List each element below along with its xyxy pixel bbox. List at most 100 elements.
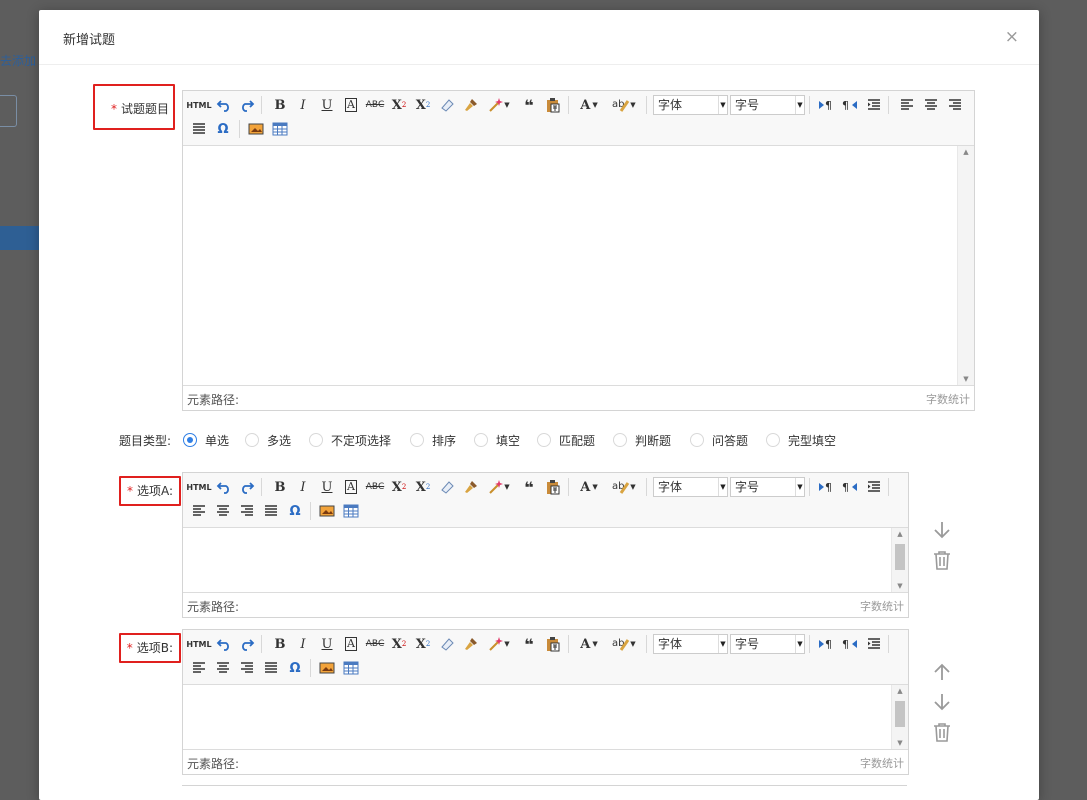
justify-icon[interactable] bbox=[189, 119, 209, 139]
paste-icon[interactable] bbox=[543, 634, 563, 654]
special-char-icon[interactable]: Ω bbox=[285, 658, 305, 678]
option-a-editor-scrollbar[interactable]: ▲ ▼ bbox=[891, 528, 908, 592]
table-icon[interactable] bbox=[341, 501, 361, 521]
special-char-icon[interactable]: Ω bbox=[285, 501, 305, 521]
type-radio-cloze[interactable]: 完型填空 bbox=[766, 430, 836, 450]
strikethrough-icon[interactable]: ABC bbox=[365, 634, 385, 654]
radio-circle[interactable] bbox=[613, 433, 627, 447]
font-family-select[interactable]: 字体 ▼ bbox=[653, 634, 728, 654]
justify-icon[interactable] bbox=[261, 501, 281, 521]
delete-icon[interactable] bbox=[931, 721, 953, 743]
bold-icon[interactable]: B bbox=[270, 95, 290, 115]
font-color-icon[interactable]: A ▼ bbox=[576, 477, 602, 497]
magic-icon[interactable]: ▼ bbox=[485, 477, 513, 497]
word-count[interactable]: 字数统计 bbox=[926, 391, 970, 407]
font-size-select[interactable]: 字号 ▼ bbox=[730, 634, 805, 654]
italic-icon[interactable]: I bbox=[293, 634, 313, 654]
bold-icon[interactable]: B bbox=[270, 634, 290, 654]
subscript-icon[interactable]: X2 bbox=[413, 95, 433, 115]
html-icon[interactable]: HTML bbox=[186, 95, 211, 115]
close-icon[interactable]: × bbox=[1005, 27, 1019, 47]
magic-icon[interactable]: ▼ bbox=[485, 95, 513, 115]
align-right-icon[interactable] bbox=[237, 658, 257, 678]
strikethrough-icon[interactable]: ABC bbox=[365, 95, 385, 115]
type-radio-fill[interactable]: 填空 bbox=[474, 430, 520, 450]
radio-circle[interactable] bbox=[690, 433, 704, 447]
blockquote-icon[interactable]: ❝ bbox=[519, 634, 539, 654]
type-radio-single[interactable]: 单选 bbox=[183, 430, 229, 450]
redo-icon[interactable] bbox=[237, 95, 257, 115]
bold-icon[interactable]: B bbox=[270, 477, 290, 497]
align-right-icon[interactable] bbox=[237, 501, 257, 521]
undo-icon[interactable] bbox=[214, 477, 234, 497]
word-count[interactable]: 字数统计 bbox=[860, 598, 904, 614]
indent-icon[interactable] bbox=[864, 477, 884, 497]
html-icon[interactable]: HTML bbox=[186, 477, 211, 497]
type-radio-qa[interactable]: 问答题 bbox=[690, 430, 748, 450]
radio-circle[interactable] bbox=[309, 433, 323, 447]
chevron-down-icon[interactable]: ▼ bbox=[718, 96, 727, 114]
indent-icon[interactable] bbox=[864, 95, 884, 115]
blockquote-icon[interactable]: ❝ bbox=[519, 95, 539, 115]
superscript-icon[interactable]: X2 bbox=[389, 634, 409, 654]
move-up-icon[interactable] bbox=[931, 661, 953, 683]
delete-icon[interactable] bbox=[931, 549, 953, 571]
indent-icon[interactable] bbox=[864, 634, 884, 654]
chevron-down-icon[interactable]: ▼ bbox=[718, 635, 727, 653]
italic-icon[interactable]: I bbox=[293, 477, 313, 497]
table-icon[interactable] bbox=[270, 119, 290, 139]
move-down-icon[interactable] bbox=[931, 519, 953, 541]
html-icon[interactable]: HTML bbox=[186, 634, 211, 654]
undo-icon[interactable] bbox=[214, 95, 234, 115]
word-count[interactable]: 字数统计 bbox=[860, 755, 904, 771]
special-char-icon[interactable]: Ω bbox=[213, 119, 233, 139]
chevron-down-icon[interactable]: ▼ bbox=[795, 96, 804, 114]
radio-circle[interactable] bbox=[410, 433, 424, 447]
image-icon[interactable] bbox=[317, 658, 337, 678]
font-family-select[interactable]: 字体 ▼ bbox=[653, 477, 728, 497]
rtl-icon[interactable]: ¶ bbox=[840, 634, 860, 654]
type-radio-sort[interactable]: 排序 bbox=[410, 430, 456, 450]
font-border-icon[interactable]: A bbox=[341, 634, 361, 654]
font-family-select[interactable]: 字体 ▼ bbox=[653, 95, 728, 115]
redo-icon[interactable] bbox=[237, 634, 257, 654]
option-b-editor-body[interactable]: ▲ ▼ bbox=[183, 685, 908, 749]
radio-circle[interactable] bbox=[245, 433, 259, 447]
image-icon[interactable] bbox=[317, 501, 337, 521]
image-icon[interactable] bbox=[246, 119, 266, 139]
align-center-icon[interactable] bbox=[213, 501, 233, 521]
format-brush-icon[interactable] bbox=[461, 477, 481, 497]
highlight-icon[interactable]: ab ▼ bbox=[610, 95, 638, 115]
align-left-icon[interactable] bbox=[189, 501, 209, 521]
table-icon[interactable] bbox=[341, 658, 361, 678]
format-brush-icon[interactable] bbox=[461, 634, 481, 654]
align-center-icon[interactable] bbox=[213, 658, 233, 678]
underline-icon[interactable]: U bbox=[317, 477, 337, 497]
font-border-icon[interactable]: A bbox=[341, 95, 361, 115]
move-down-icon[interactable] bbox=[931, 691, 953, 713]
font-color-icon[interactable]: A ▼ bbox=[576, 95, 602, 115]
subscript-icon[interactable]: X2 bbox=[413, 634, 433, 654]
eraser-icon[interactable] bbox=[437, 634, 457, 654]
font-size-select[interactable]: 字号 ▼ bbox=[730, 95, 805, 115]
eraser-icon[interactable] bbox=[437, 95, 457, 115]
superscript-icon[interactable]: X2 bbox=[389, 477, 409, 497]
radio-circle[interactable] bbox=[537, 433, 551, 447]
subscript-icon[interactable]: X2 bbox=[413, 477, 433, 497]
underline-icon[interactable]: U bbox=[317, 634, 337, 654]
format-brush-icon[interactable] bbox=[461, 95, 481, 115]
ltr-icon[interactable]: ¶ bbox=[816, 634, 836, 654]
radio-circle[interactable] bbox=[766, 433, 780, 447]
radio-circle[interactable] bbox=[474, 433, 488, 447]
align-center-icon[interactable] bbox=[921, 95, 941, 115]
paste-icon[interactable] bbox=[543, 95, 563, 115]
magic-icon[interactable]: ▼ bbox=[485, 634, 513, 654]
option-a-editor-body[interactable]: ▲ ▼ bbox=[183, 528, 908, 592]
highlight-icon[interactable]: ab ▼ bbox=[610, 634, 638, 654]
chevron-down-icon[interactable]: ▼ bbox=[795, 635, 804, 653]
justify-icon[interactable] bbox=[261, 658, 281, 678]
radio-circle[interactable] bbox=[183, 433, 197, 447]
rtl-icon[interactable]: ¶ bbox=[840, 477, 860, 497]
blockquote-icon[interactable]: ❝ bbox=[519, 477, 539, 497]
question-editor-scrollbar[interactable]: ▲ ▼ bbox=[957, 146, 974, 385]
